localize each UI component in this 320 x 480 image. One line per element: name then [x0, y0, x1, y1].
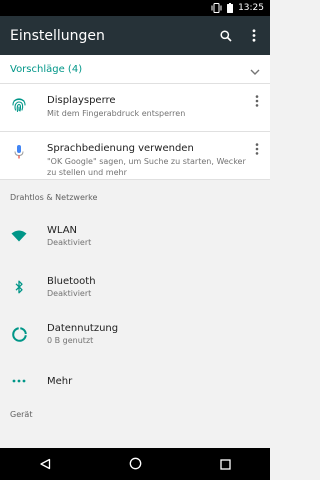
- battery-icon: [227, 3, 234, 13]
- wifi-icon: [10, 227, 28, 245]
- suggestion-title: Sprachbedienung verwenden: [47, 143, 194, 154]
- more-vert-icon[interactable]: [252, 94, 262, 107]
- app-bar: Einstellungen: [0, 16, 270, 55]
- setting-subtitle: Deaktiviert: [47, 238, 92, 247]
- setting-item-mehr[interactable]: Mehr: [0, 357, 270, 405]
- setting-title: Datennutzung: [47, 323, 119, 334]
- chevron-down-icon[interactable]: [250, 60, 260, 79]
- microphone-icon: [10, 144, 28, 162]
- setting-item-bluetooth[interactable]: Bluetooth Deaktiviert: [0, 263, 270, 311]
- setting-subtitle: Deaktiviert: [47, 289, 92, 298]
- fingerprint-icon: [10, 96, 28, 114]
- setting-item-datennutzung[interactable]: Datennutzung 0 B genutzt: [0, 310, 270, 358]
- status-time: 13:25: [238, 3, 264, 13]
- setting-subtitle: 0 B genutzt: [47, 336, 94, 345]
- back-icon[interactable]: [39, 455, 51, 474]
- section-header-wireless: Drahtlos & Netzwerke: [10, 193, 98, 202]
- search-icon[interactable]: [214, 24, 238, 48]
- suggestions-title: Vorschläge (4): [10, 63, 83, 75]
- recents-icon[interactable]: [220, 455, 231, 474]
- data-usage-icon: [10, 325, 28, 343]
- setting-item-wlan[interactable]: WLAN Deaktiviert: [0, 212, 270, 260]
- status-bar: 13:25: [0, 0, 270, 16]
- setting-title: Bluetooth: [47, 276, 96, 287]
- suggestions-header[interactable]: Vorschläge (4): [0, 55, 270, 84]
- more-horiz-icon: [10, 372, 28, 390]
- setting-title: Mehr: [47, 375, 73, 387]
- suggestion-title: Displaysperre: [47, 95, 116, 106]
- suggestion-card-sprachbedienung[interactable]: Sprachbedienung verwenden "OK Google" sa…: [0, 132, 270, 180]
- page-title: Einstellungen: [10, 27, 105, 44]
- more-vert-icon[interactable]: [242, 24, 266, 48]
- more-vert-icon[interactable]: [252, 142, 262, 155]
- vibrate-icon: [211, 3, 222, 13]
- suggestion-subtitle: Mit dem Fingerabdruck entsperren: [47, 109, 186, 118]
- suggestion-card-displaysperre[interactable]: Displaysperre Mit dem Fingerabdruck ents…: [0, 84, 270, 132]
- navigation-bar: [0, 448, 270, 480]
- home-icon[interactable]: [129, 455, 142, 474]
- bluetooth-icon: [10, 278, 28, 296]
- setting-title: WLAN: [47, 225, 78, 236]
- section-header-device: Gerät: [10, 410, 33, 419]
- suggestion-subtitle: "OK Google" sagen, um Suche zu starten, …: [47, 157, 246, 177]
